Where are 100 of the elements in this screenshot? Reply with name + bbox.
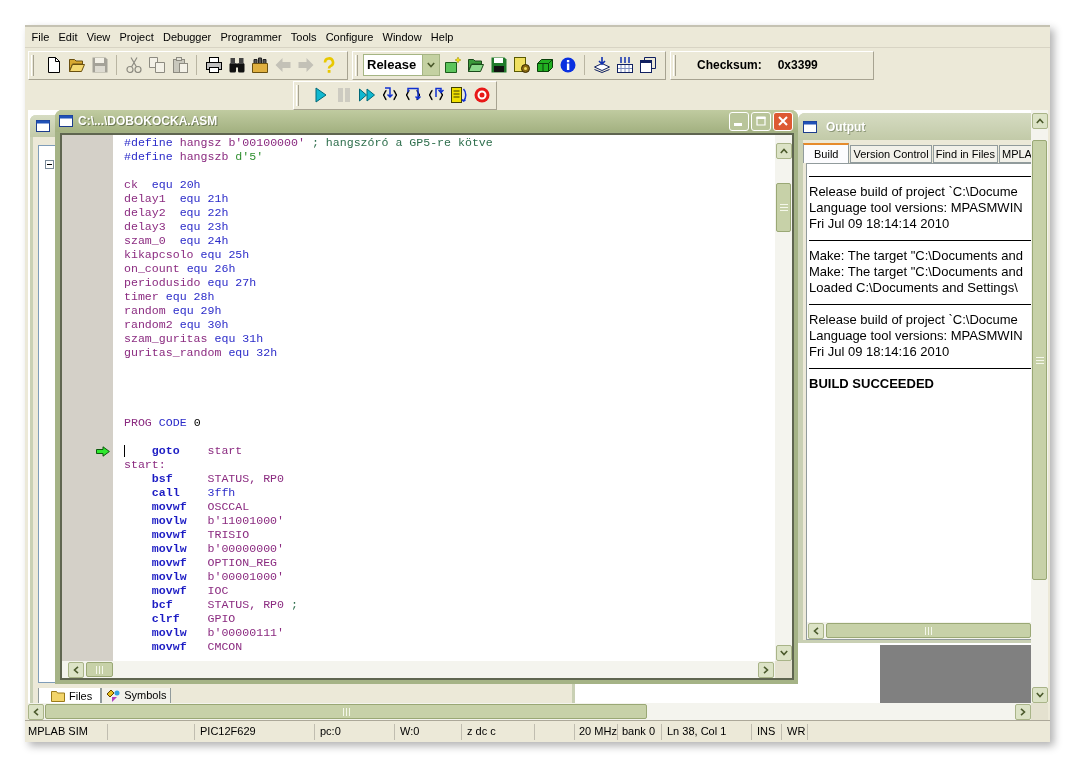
scroll-left-button[interactable] — [68, 661, 84, 678]
code-line: random equ 29h — [124, 304, 222, 317]
write-mode: WR — [787, 724, 806, 740]
code-line: szam_guritas equ 31h — [124, 332, 264, 345]
menu-item[interactable]: Edit — [53, 27, 83, 47]
scrollbar-thumb[interactable] — [776, 183, 791, 232]
code-line: delay1 equ 21h — [124, 192, 229, 205]
window-title: Output — [826, 118, 866, 136]
device-name: PIC12F629 — [200, 724, 256, 740]
code-line: movlw b'00000000' — [151, 542, 284, 555]
tab[interactable]: Build — [803, 143, 850, 163]
code-line: bcf STATUS, RP0 ; — [151, 598, 298, 611]
build-configuration-dropdown[interactable]: Release — [363, 54, 440, 76]
scrollbar-thumb[interactable] — [45, 704, 647, 719]
tab[interactable]: Symbols — [101, 688, 172, 703]
status-flags: z dc c — [467, 724, 496, 740]
collapse-icon — [45, 160, 54, 169]
tab[interactable]: Files — [38, 688, 102, 703]
chevron-down-icon — [427, 61, 435, 69]
code-line: movlw b'11001000' — [151, 514, 284, 527]
window-icon — [803, 120, 817, 133]
code-line: movlw b'00001000' — [151, 570, 284, 583]
output-line: Release build of project `C:\Docume — [809, 184, 1018, 200]
program-counter: pc:0 — [320, 724, 341, 740]
code-line: kikapcsolo equ 25h — [124, 248, 250, 261]
menu-item[interactable]: Project — [114, 27, 159, 47]
code-line: #define hangszb d'5' — [124, 150, 264, 163]
output-line: Fri Jul 09 18:14:14 2010 — [809, 216, 950, 232]
scroll-down-button[interactable] — [1031, 687, 1048, 703]
code-line: szam_0 equ 24h — [124, 234, 229, 247]
menu-item[interactable]: Window — [377, 27, 427, 47]
code-line: on_count equ 26h — [124, 262, 236, 275]
scrollbar-thumb[interactable] — [1032, 140, 1047, 580]
checksum-value: 0x3399 — [777, 57, 818, 74]
code-line: random2 equ 30h — [124, 318, 229, 331]
output-line: Fri Jul 09 18:14:16 2010 — [809, 344, 950, 360]
code-line: bsf STATUS, RP0 — [151, 472, 284, 485]
window-title: C:\...\DOBOKOCKA.ASM — [78, 113, 218, 130]
horizontal-scrollbar[interactable] — [28, 703, 1031, 720]
scroll-up-button[interactable] — [775, 143, 792, 159]
grip-icon — [1035, 356, 1044, 364]
chevron-up-icon — [779, 147, 788, 155]
chevron-right-icon — [1019, 707, 1027, 716]
scrollbar-thumb[interactable] — [86, 662, 113, 677]
vertical-scrollbar[interactable] — [775, 135, 792, 661]
code-line: movwf CMCON — [151, 640, 243, 653]
code-line: #define hangsz b'00100000' ; hangszóró a GP5-re kötve — [124, 136, 493, 149]
scroll-right-button[interactable] — [1015, 703, 1031, 720]
debugger-name: MPLAB SIM — [28, 724, 88, 740]
scroll-left-button[interactable] — [28, 703, 44, 720]
output-line: Loaded C:\Documents and Settings\ — [809, 280, 1018, 296]
clock-speed: 20 MHz — [579, 724, 617, 740]
code-line: PROG CODE 0 — [124, 416, 201, 429]
code-line: goto start — [151, 444, 243, 457]
menu-item[interactable]: Configure — [321, 27, 378, 47]
chevron-down-icon — [779, 649, 788, 657]
chevron-left-icon — [32, 707, 40, 716]
code-line: clrf GPIO — [151, 612, 236, 625]
grip-icon — [96, 665, 103, 674]
symbols-icon — [106, 688, 121, 703]
grip-icon — [779, 204, 788, 211]
code-line: periodusido equ 27h — [124, 276, 257, 289]
close-button[interactable] — [773, 111, 793, 131]
code-line: movwf IOC — [151, 584, 229, 597]
code-line: start: — [124, 458, 166, 471]
output-line: BUILD SUCCEEDED — [809, 376, 934, 392]
scroll-right-button[interactable] — [758, 661, 774, 678]
menu-item[interactable]: Help — [426, 27, 459, 47]
maximize-icon — [756, 116, 766, 126]
tab[interactable]: Find in Files — [932, 145, 998, 163]
horizontal-scrollbar[interactable] — [62, 661, 775, 678]
menu-item[interactable]: Debugger — [158, 27, 216, 47]
menu-item[interactable]: File — [27, 27, 54, 47]
w-register: W:0 — [400, 724, 420, 740]
code-line: movwf TRISIO — [151, 528, 250, 541]
code-line: movlw b'00000111' — [151, 626, 284, 639]
chevron-right-icon — [762, 665, 770, 674]
menu-item[interactable]: View — [82, 27, 115, 47]
horizontal-scrollbar[interactable] — [807, 622, 1031, 639]
scroll-up-button[interactable] — [1031, 113, 1048, 129]
chevron-down-icon — [1035, 691, 1044, 699]
checksum-label: Checksum: — [697, 57, 762, 74]
cursor-position: Ln 38, Col 1 — [667, 724, 727, 740]
scroll-left-button[interactable] — [808, 622, 824, 639]
menu-item[interactable]: Tools — [286, 27, 322, 47]
dropdown-button[interactable] — [422, 55, 439, 75]
tab[interactable]: Version Control — [850, 145, 932, 163]
code-line: call 3ffh — [151, 486, 236, 499]
chevron-up-icon — [1035, 117, 1044, 125]
vertical-scrollbar[interactable] — [1031, 110, 1048, 703]
scroll-down-button[interactable] — [775, 645, 792, 661]
scrollbar-corner — [775, 661, 792, 678]
code-line: guritas_random equ 32h — [124, 346, 278, 359]
menu-item[interactable]: Programmer — [215, 27, 287, 47]
chevron-left-icon — [72, 665, 80, 674]
output-line: Make: The target "C:\Documents and — [809, 264, 1023, 280]
code-line: movwf OSCCAL — [151, 500, 250, 513]
code-line: delay3 equ 23h — [124, 220, 229, 233]
scrollbar-thumb[interactable] — [826, 623, 1031, 638]
tab[interactable]: MPLA — [999, 145, 1031, 163]
